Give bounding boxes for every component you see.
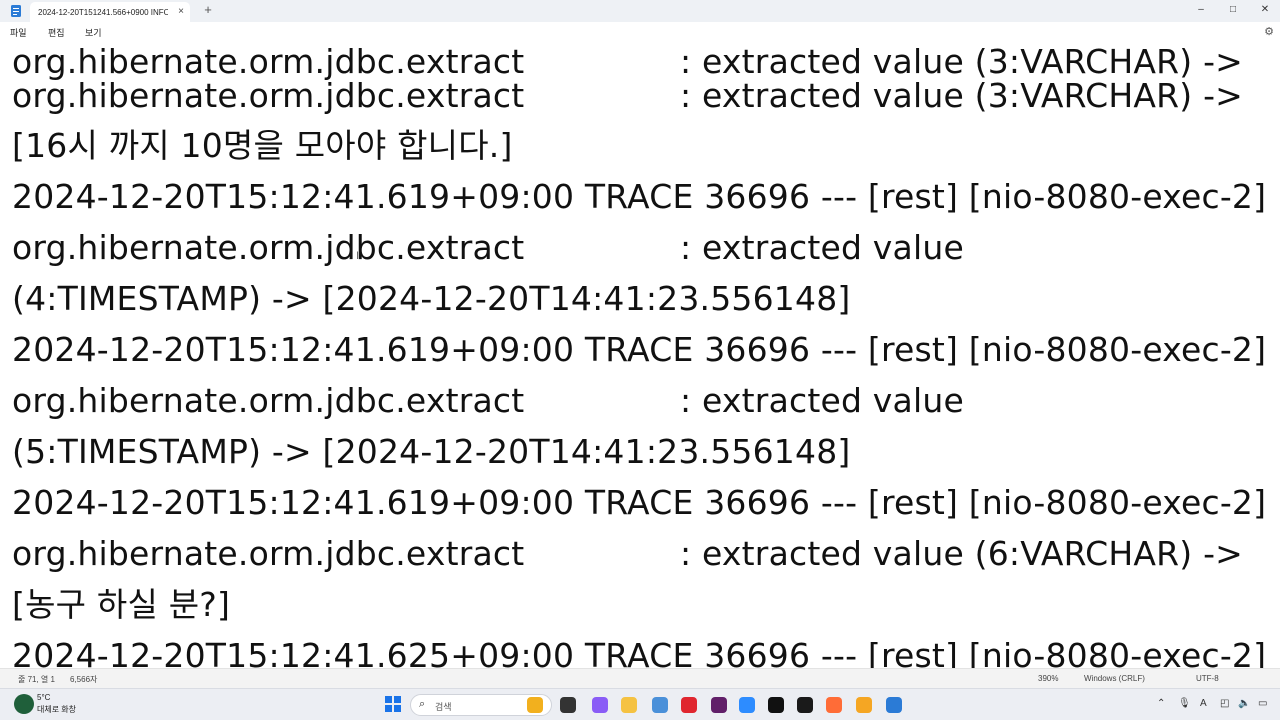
slack-app-icon[interactable] [711,697,727,713]
encoding[interactable]: UTF-8 [1196,674,1219,683]
line-text: org.hibernate.orm.jdbc.extract [12,381,525,420]
editor-line: 2024-12-20T15:12:41.619+09:00 TRACE 3669… [12,175,1266,219]
editor-line: 2024-12-20T15:12:41.619+09:00 TRACE 3669… [12,328,1266,372]
new-tab-button[interactable]: + [200,2,216,18]
editor-line: 2024-12-20T15:12:41.619+09:00 TRACE 3669… [12,481,1266,525]
editor-line: [16시 까지 10명을 모아야 합니다.] [12,124,513,168]
weather-description: 대체로 화창 [37,705,77,714]
document-tab[interactable]: 2024-12-20T151241.566+0900 INFO × [30,2,190,22]
line-text: (5:TIMESTAMP) -> [2024-12-20T14:41:23.55… [12,432,851,471]
opera-app-icon[interactable] [681,697,697,713]
editor-line: org.hibernate.orm.jdbc.extract : extracte… [12,532,1243,576]
editor-line: org.hibernate.orm.jdbc.extract : extracte… [12,74,1243,118]
character-count: 6,566자 [70,675,98,684]
photos-app-icon[interactable] [652,697,668,713]
editor-line: org.hibernate.orm.jdbc.extract : extracte… [12,379,964,423]
line-text: (4:TIMESTAMP) -> [2024-12-20T14:41:23.55… [12,279,851,318]
zoom-level[interactable]: 390% [1038,674,1058,683]
line-text: 2024-12-20T15:12:41.619+09:00 TRACE 3669… [12,483,1267,522]
line-value: : extracted value [680,228,964,267]
network-icon[interactable]: ◰ [1220,698,1229,709]
menu-bar: 파일 편집 보기 ⚙ [0,22,1280,44]
editor-line: 2024-12-20T15:12:41.625+09:00 TRACE 3669… [12,634,1266,668]
language-indicator-icon[interactable]: A [1200,698,1207,709]
tab-title: 2024-12-20T151241.566+0900 INFO [38,7,168,17]
line-text: 2024-12-20T15:12:41.619+09:00 TRACE 3669… [12,330,1267,369]
menu-view[interactable]: 보기 [85,26,102,39]
editor-line: org.hibernate.orm.jdbc.extract : extracte… [12,226,964,270]
line-text: 2024-12-20T15:12:41.619+09:00 TRACE 3669… [12,177,1267,216]
minimize-button[interactable]: – [1186,2,1216,18]
weather-icon[interactable] [14,694,34,714]
intellij-app-icon[interactable] [797,697,813,713]
line-ending[interactable]: Windows (CRLF) [1084,674,1145,683]
copilot-app-icon[interactable] [592,697,608,713]
chevron-up-icon[interactable]: ⌃ [1157,698,1165,709]
notepad-icon [11,5,21,17]
line-text: 2024-12-20T15:12:41.625+09:00 TRACE 3669… [12,636,1267,668]
line-text: [농구 하실 분?] [12,585,231,624]
search-placeholder: 검색 [435,702,452,712]
maximize-button[interactable]: □ [1218,2,1248,18]
notepad-app-icon[interactable] [886,697,902,713]
status-bar: 줄 71, 열 1 6,566자 390% Windows (CRLF) UTF… [0,668,1280,688]
line-value: : extracted value (3:VARCHAR) -> [680,76,1244,115]
capcut-app-icon[interactable] [768,697,784,713]
explorer-app-icon[interactable] [527,697,543,713]
microphone-icon[interactable]: 🎙 [1178,698,1191,709]
folder-app-icon[interactable] [621,697,637,713]
app-icon[interactable] [856,697,872,713]
search-icon: ⌕ [419,698,426,710]
title-bar: 2024-12-20T151241.566+0900 INFO × + – □ … [0,0,1280,22]
line-text: [16시 까지 10명을 모아야 합니다.] [12,126,513,165]
gear-icon[interactable]: ⚙ [1264,25,1274,38]
windows-logo-icon [385,696,392,703]
volume-icon[interactable]: 🔈 [1238,698,1250,709]
cursor-position: 줄 71, 열 1 [18,675,55,684]
menu-edit[interactable]: 편집 [48,26,65,39]
postman-app-icon[interactable] [826,697,842,713]
zoom-app-icon[interactable] [739,697,755,713]
line-text: org.hibernate.orm.jdbc.extract [12,534,525,573]
close-window-button[interactable]: ✕ [1250,2,1280,18]
line-text: org.hibernate.orm.jdbc.extract [12,76,525,115]
battery-icon[interactable]: ▭ [1258,698,1267,709]
weather-temperature: 5°C [37,693,51,702]
terminal-app-icon[interactable] [560,697,576,713]
editor-line: (5:TIMESTAMP) -> [2024-12-20T14:41:23.55… [12,430,850,474]
line-value: : extracted value (6:VARCHAR) -> [680,534,1244,573]
editor-line: (4:TIMESTAMP) -> [2024-12-20T14:41:23.55… [12,277,850,321]
line-text: org.hibernate.orm.jdbc.extract [12,228,525,267]
line-value: : extracted value [680,381,964,420]
menu-file[interactable]: 파일 [10,26,27,39]
text-editor[interactable]: org.hibernate.orm.jdbc.extract : extracte… [0,44,1280,668]
taskbar: 5°C 대체로 화창 ⌕ 검색 ⌃ 🎙 A ◰ 🔈 ▭ [0,688,1280,720]
tab-close-button[interactable]: × [178,5,184,19]
mouse-cursor-icon: I [356,250,360,262]
editor-line: [농구 하실 분?] [12,583,230,627]
start-button[interactable] [385,696,401,712]
